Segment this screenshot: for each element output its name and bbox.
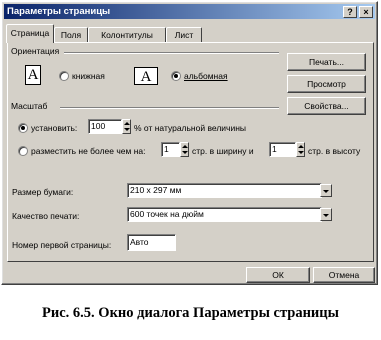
portrait-radio[interactable]: [59, 71, 69, 81]
tab-sheet[interactable]: Лист: [166, 27, 202, 42]
scale-set-radio[interactable]: [18, 123, 28, 133]
title-bar[interactable]: Параметры страницы ? ×: [4, 4, 375, 19]
print-quality-select[interactable]: 600 точек на дюйм: [127, 207, 322, 222]
first-page-number-field[interactable]: Авто: [127, 234, 176, 251]
scale-percent-suffix: % от натуральной величины: [134, 123, 247, 133]
scale-group-label: Масштаб: [11, 101, 48, 111]
print-quality-label: Качество печати:: [12, 211, 80, 221]
properties-button[interactable]: Свойства...: [287, 97, 366, 115]
fit-wide-field[interactable]: 1: [161, 142, 180, 157]
first-page-number-label: Номер первой страницы:: [12, 240, 112, 250]
fit-tall-field[interactable]: 1: [269, 142, 296, 157]
print-quality-dropdown-icon[interactable]: [320, 208, 332, 221]
print-button[interactable]: Печать...: [287, 53, 366, 71]
scale-fit-label[interactable]: разместить не более чем на:: [31, 146, 146, 156]
scale-percent-field[interactable]: 100: [88, 119, 122, 134]
close-button[interactable]: ×: [359, 6, 373, 18]
paper-size-select[interactable]: 210 x 297 мм: [127, 183, 322, 198]
portrait-page-icon: A: [25, 65, 41, 85]
fit-wide-suffix: стр. в ширину и: [192, 146, 254, 156]
preview-button[interactable]: Просмотр: [287, 75, 366, 93]
portrait-label[interactable]: книжная: [72, 71, 105, 81]
scale-set-label[interactable]: установить:: [31, 123, 77, 133]
tab-margins[interactable]: Поля: [54, 27, 88, 42]
ok-button[interactable]: ОК: [246, 267, 310, 283]
landscape-radio[interactable]: [171, 71, 181, 81]
scale-percent-spinner[interactable]: [122, 119, 131, 134]
tab-page[interactable]: Страница: [6, 24, 54, 43]
fit-tall-suffix: стр. в высоту: [308, 146, 361, 156]
divider: [64, 52, 279, 54]
tab-panel: Ориентация A книжная A альбомная Печать.…: [7, 42, 374, 262]
window-title: Параметры страницы: [7, 6, 111, 17]
divider: [60, 107, 279, 109]
scale-fit-radio[interactable]: [18, 146, 28, 156]
paper-size-dropdown-icon[interactable]: [320, 184, 332, 197]
figure-caption: Рис. 6.5. Окно диалога Параметры страниц…: [42, 305, 339, 321]
tab-header-footer[interactable]: Колонтитулы: [88, 27, 166, 42]
landscape-page-icon: A: [134, 67, 158, 85]
paper-size-label: Размер бумаги:: [12, 187, 74, 197]
landscape-label[interactable]: альбомная: [184, 71, 228, 81]
page-setup-dialog: Параметры страницы ? × Страница Поля Кол…: [1, 1, 378, 285]
fit-tall-spinner[interactable]: [296, 142, 305, 157]
help-button[interactable]: ?: [343, 6, 357, 18]
fit-wide-spinner[interactable]: [180, 142, 189, 157]
orientation-group-label: Ориентация: [11, 46, 60, 56]
cancel-button[interactable]: Отмена: [313, 267, 375, 283]
